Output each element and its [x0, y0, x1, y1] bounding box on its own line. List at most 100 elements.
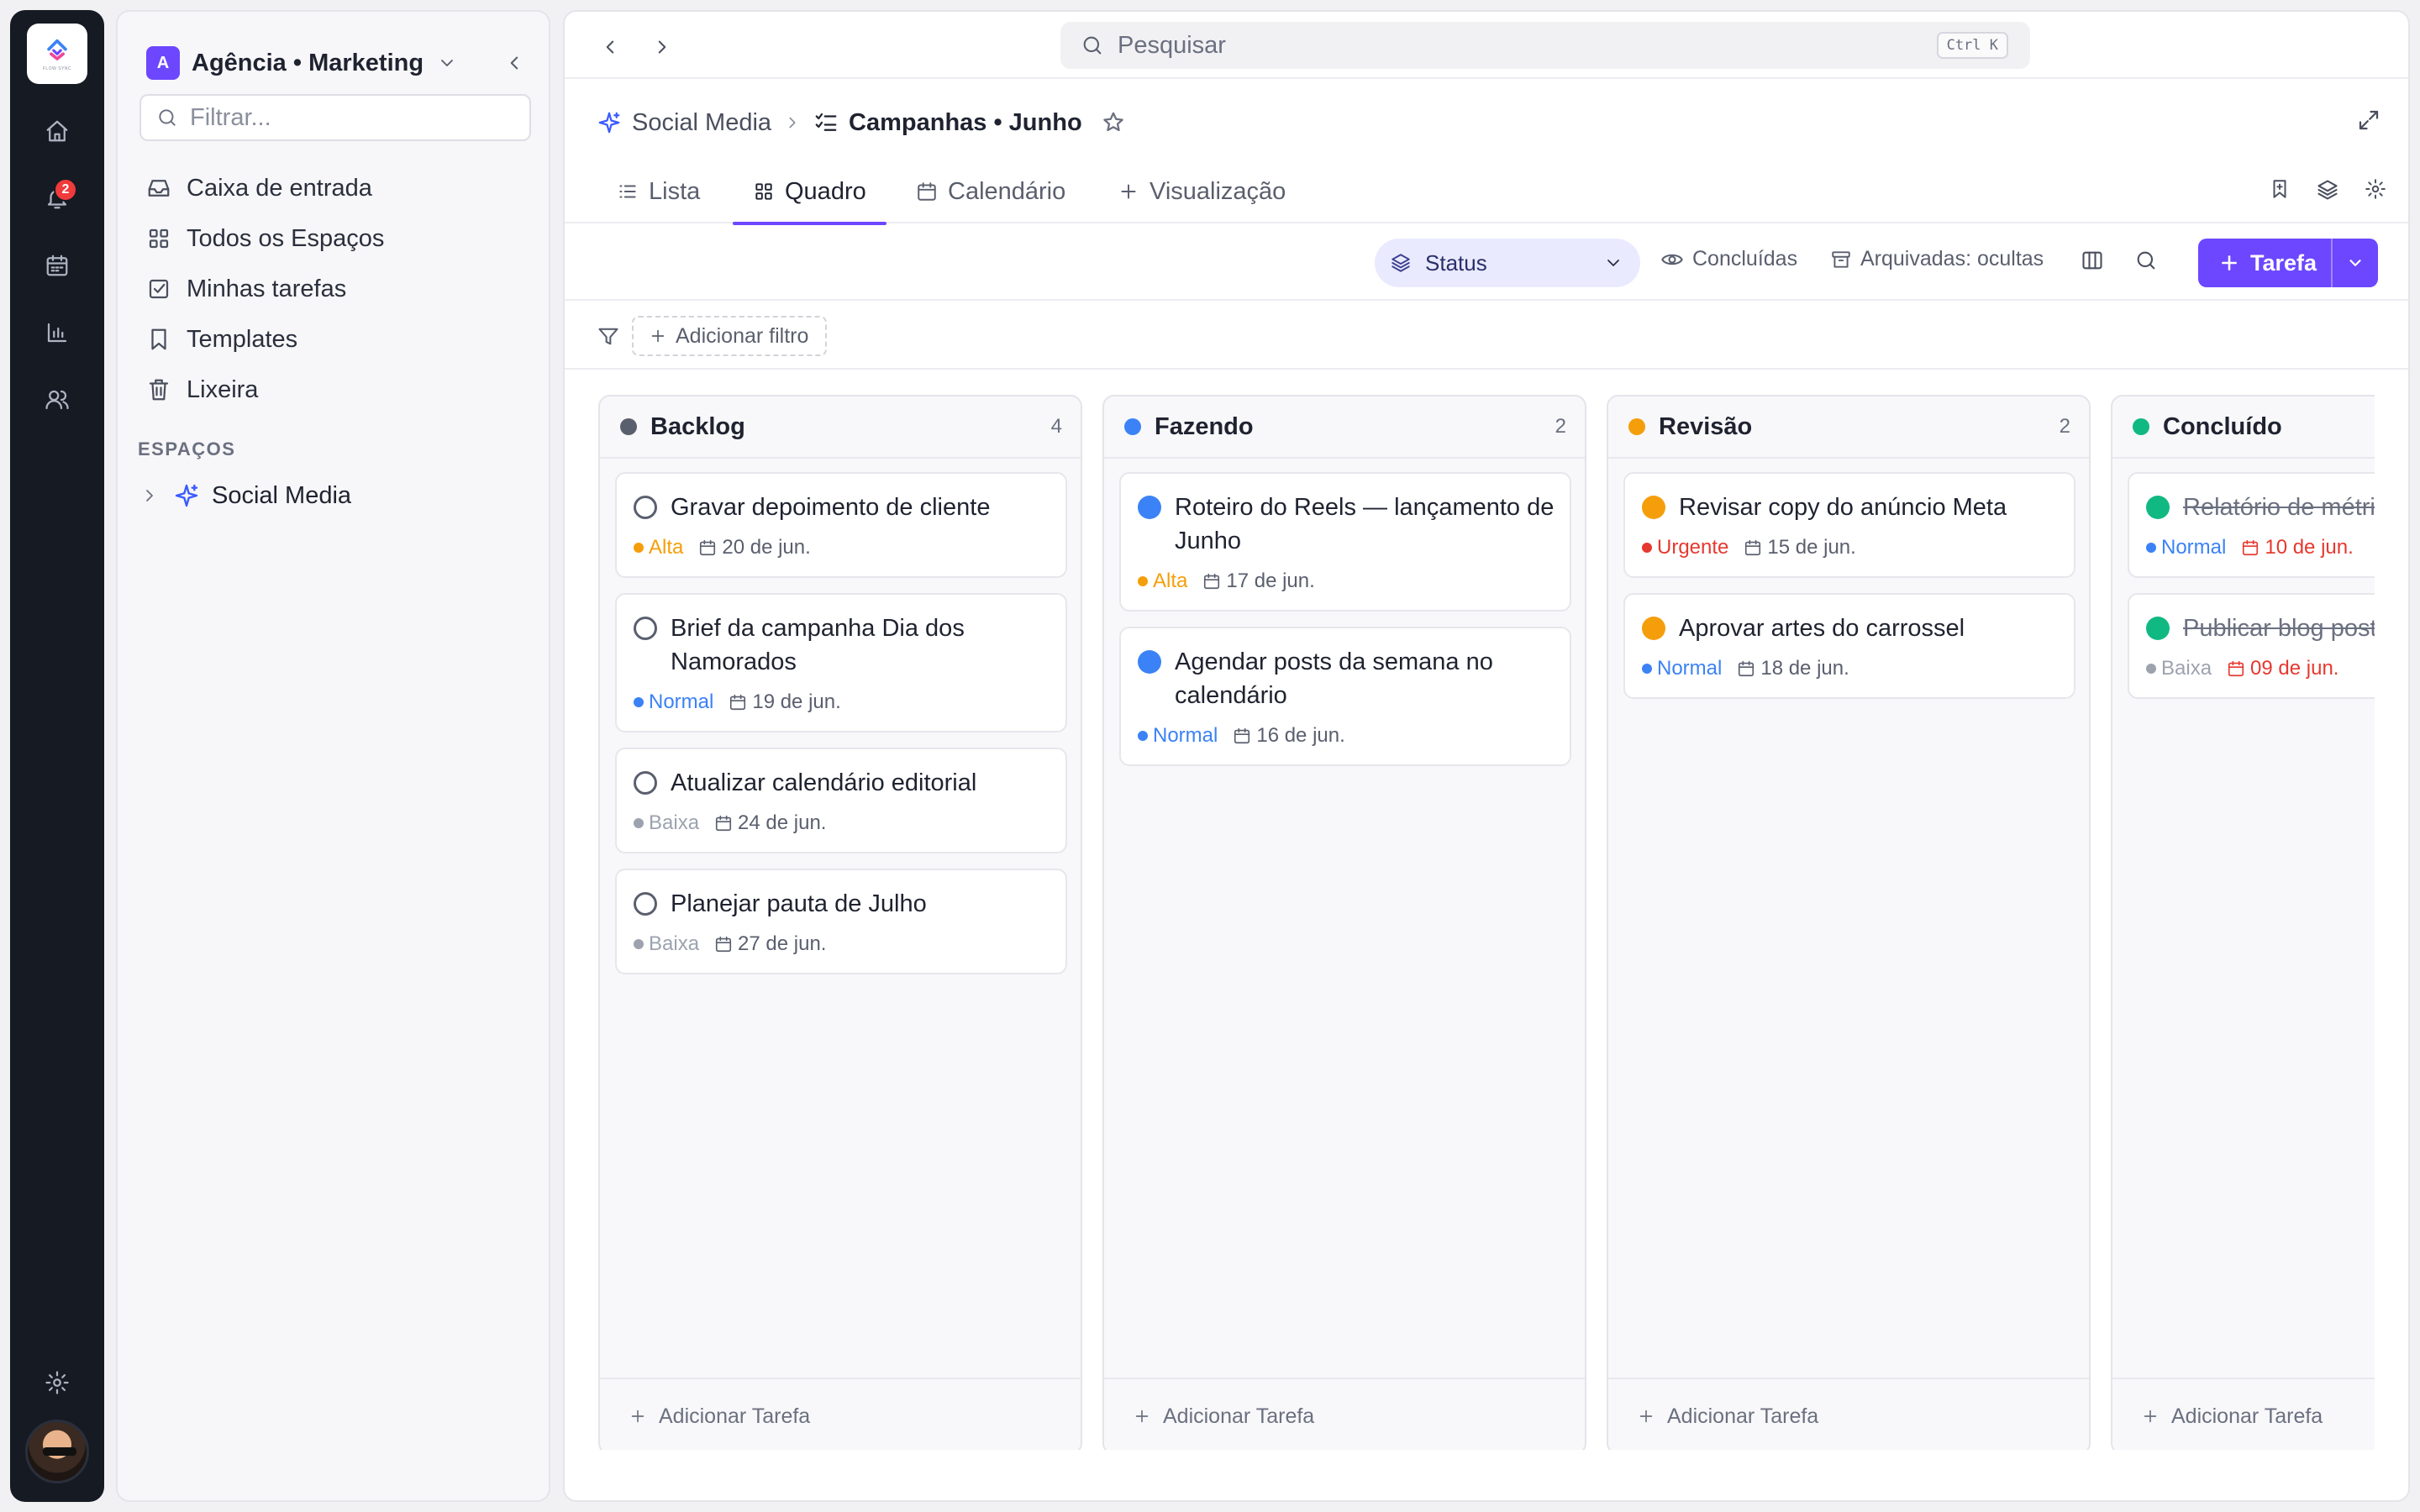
columns-icon[interactable] — [2081, 249, 2104, 272]
task-card[interactable]: Brief da campanha Dia dos Namorados Norm… — [615, 593, 1067, 732]
sidebar-item-templates[interactable]: Templates — [134, 314, 538, 365]
sidebar-item-trash[interactable]: Lixeira — [134, 365, 538, 415]
sidebar-item-inbox[interactable]: Caixa de entrada — [134, 163, 538, 213]
task-card[interactable]: Atualizar calendário editorial Baixa 24 … — [615, 748, 1067, 853]
add-task-button[interactable]: Adicionar Tarefa — [600, 1378, 1081, 1450]
task-list-icon — [815, 113, 837, 131]
tab-label: Quadro — [785, 177, 866, 205]
task-priority[interactable]: Normal — [1657, 657, 1722, 680]
task-due-date[interactable]: 17 de jun. — [1202, 570, 1315, 593]
app-logo[interactable]: FLOW SYNC — [27, 24, 87, 84]
task-priority[interactable]: Normal — [1153, 724, 1218, 748]
new-task-main[interactable]: Tarefa — [2198, 239, 2333, 287]
workspace-switcher[interactable]: A Agência • Marketing — [146, 42, 525, 84]
task-status-circle[interactable] — [2146, 496, 2170, 519]
task-priority[interactable]: Baixa — [649, 932, 699, 956]
new-task-dropdown[interactable] — [2333, 254, 2378, 272]
new-task-button[interactable]: Tarefa — [2198, 239, 2378, 287]
task-card[interactable]: Relatório de métricas de maio Normal 10 … — [2128, 472, 2375, 578]
task-status-circle[interactable] — [1138, 496, 1161, 519]
star-icon[interactable] — [1101, 110, 1126, 135]
task-priority[interactable]: Baixa — [649, 811, 699, 835]
task-status-circle[interactable] — [634, 617, 657, 640]
layers-icon[interactable] — [2316, 178, 2339, 202]
task-status-circle[interactable] — [1138, 650, 1161, 674]
sidebar-space-social-media[interactable]: Social Media — [139, 475, 351, 516]
task-due-date[interactable]: 27 de jun. — [714, 932, 826, 956]
tab-add-view[interactable]: Visualização — [1118, 160, 1286, 223]
calendar-icon — [2228, 660, 2244, 677]
task-due-date[interactable]: 10 de jun. — [2241, 536, 2354, 559]
due-date-text: 10 de jun. — [2265, 536, 2354, 559]
task-priority[interactable]: Alta — [649, 536, 683, 559]
task-due-date[interactable]: 24 de jun. — [714, 811, 826, 835]
task-card[interactable]: Publicar blog post Baixa 09 de jun. — [2128, 593, 2375, 699]
task-card[interactable]: Roteiro do Reels — lançamento de Junho A… — [1119, 472, 1571, 612]
filter-icon[interactable] — [597, 324, 620, 348]
global-search[interactable]: Pesquisar Ctrl K — [1060, 22, 2030, 69]
back-button[interactable] — [593, 30, 627, 64]
tab-list[interactable]: Lista — [617, 160, 700, 223]
column-header[interactable]: Backlog 4 — [600, 396, 1081, 459]
search-icon[interactable] — [2134, 249, 2158, 272]
task-due-date[interactable]: 16 de jun. — [1233, 724, 1345, 748]
gear-icon[interactable] — [2365, 178, 2386, 200]
tab-calendar[interactable]: Calendário — [916, 160, 1065, 223]
rail-calendar-button[interactable] — [34, 242, 81, 289]
show-completed-toggle[interactable]: Concluídas — [1660, 247, 1797, 271]
task-status-circle[interactable] — [634, 771, 657, 795]
task-status-circle[interactable] — [634, 892, 657, 916]
task-card[interactable]: Revisar copy do anúncio Meta Urgente 15 … — [1623, 472, 2075, 578]
task-status-circle[interactable] — [1642, 496, 1665, 519]
task-title: Roteiro do Reels — lançamento de Junho — [1175, 494, 1555, 554]
task-due-date[interactable]: 18 de jun. — [1737, 657, 1849, 680]
task-priority[interactable]: Baixa — [2161, 657, 2212, 680]
add-task-button[interactable]: Adicionar Tarefa — [1104, 1378, 1585, 1450]
add-task-button[interactable]: Adicionar Tarefa — [2112, 1378, 2375, 1450]
task-card[interactable]: Gravar depoimento de cliente Alta 20 de … — [615, 472, 1067, 578]
group-by-select[interactable]: Status — [1375, 239, 1640, 287]
rail-team-button[interactable] — [34, 376, 81, 423]
add-filter-button[interactable]: Adicionar filtro — [632, 316, 827, 356]
column-title: Fazendo — [1155, 412, 1254, 440]
rail-settings-button[interactable] — [34, 1359, 81, 1406]
task-card[interactable]: Aprovar artes do carrossel Normal 18 de … — [1623, 593, 2075, 699]
sidebar-filter-input[interactable] — [190, 103, 509, 132]
column-header[interactable]: Fazendo 2 — [1104, 396, 1585, 459]
expand-icon[interactable] — [2356, 108, 2381, 133]
forward-button[interactable] — [645, 30, 679, 64]
task-due-date[interactable]: 09 de jun. — [2227, 657, 2338, 680]
breadcrumb-space[interactable]: Social Media — [632, 109, 771, 137]
bookmark-icon[interactable] — [2269, 178, 2291, 200]
rail-home-button[interactable] — [34, 108, 81, 155]
task-priority[interactable]: Alta — [1153, 570, 1187, 593]
add-task-button[interactable]: Adicionar Tarefa — [1608, 1378, 2089, 1450]
due-date-text: 15 de jun. — [1767, 536, 1856, 559]
task-priority[interactable]: Normal — [649, 690, 713, 714]
task-priority[interactable]: Normal — [2161, 536, 2226, 559]
task-due-date[interactable]: 15 de jun. — [1744, 536, 1856, 559]
column-header[interactable]: Concluído — [2112, 396, 2375, 459]
task-status-circle[interactable] — [1642, 617, 1665, 640]
tab-board[interactable]: Quadro — [733, 160, 886, 225]
task-priority[interactable]: Urgente — [1657, 536, 1728, 559]
column-header[interactable]: Revisão 2 — [1608, 396, 2089, 459]
task-due-date[interactable]: 20 de jun. — [698, 536, 811, 559]
workspace-badge: A — [146, 46, 180, 80]
rail-notifications-button[interactable]: 2 — [34, 175, 81, 222]
task-status-circle[interactable] — [634, 496, 657, 519]
sidebar-filter[interactable] — [139, 94, 531, 141]
task-card[interactable]: Planejar pauta de Julho Baixa 27 de jun. — [615, 869, 1067, 974]
breadcrumb-list[interactable]: Campanhas • Junho — [849, 109, 1082, 137]
user-avatar[interactable] — [25, 1420, 89, 1483]
archived-toggle[interactable]: Arquivadas: ocultas — [1830, 247, 2044, 271]
sidebar-item-all-spaces[interactable]: Todos os Espaços — [134, 213, 538, 264]
plus-icon — [1639, 1410, 1653, 1423]
task-due-date[interactable]: 19 de jun. — [729, 690, 841, 714]
sidebar-item-my-tasks[interactable]: Minhas tarefas — [134, 264, 538, 314]
task-status-circle[interactable] — [2146, 617, 2170, 640]
chevron-right-icon[interactable] — [139, 486, 160, 506]
rail-reports-button[interactable] — [34, 309, 81, 356]
collapse-sidebar-icon[interactable] — [503, 52, 525, 74]
task-card[interactable]: Agendar posts da semana no calendário No… — [1119, 627, 1571, 766]
